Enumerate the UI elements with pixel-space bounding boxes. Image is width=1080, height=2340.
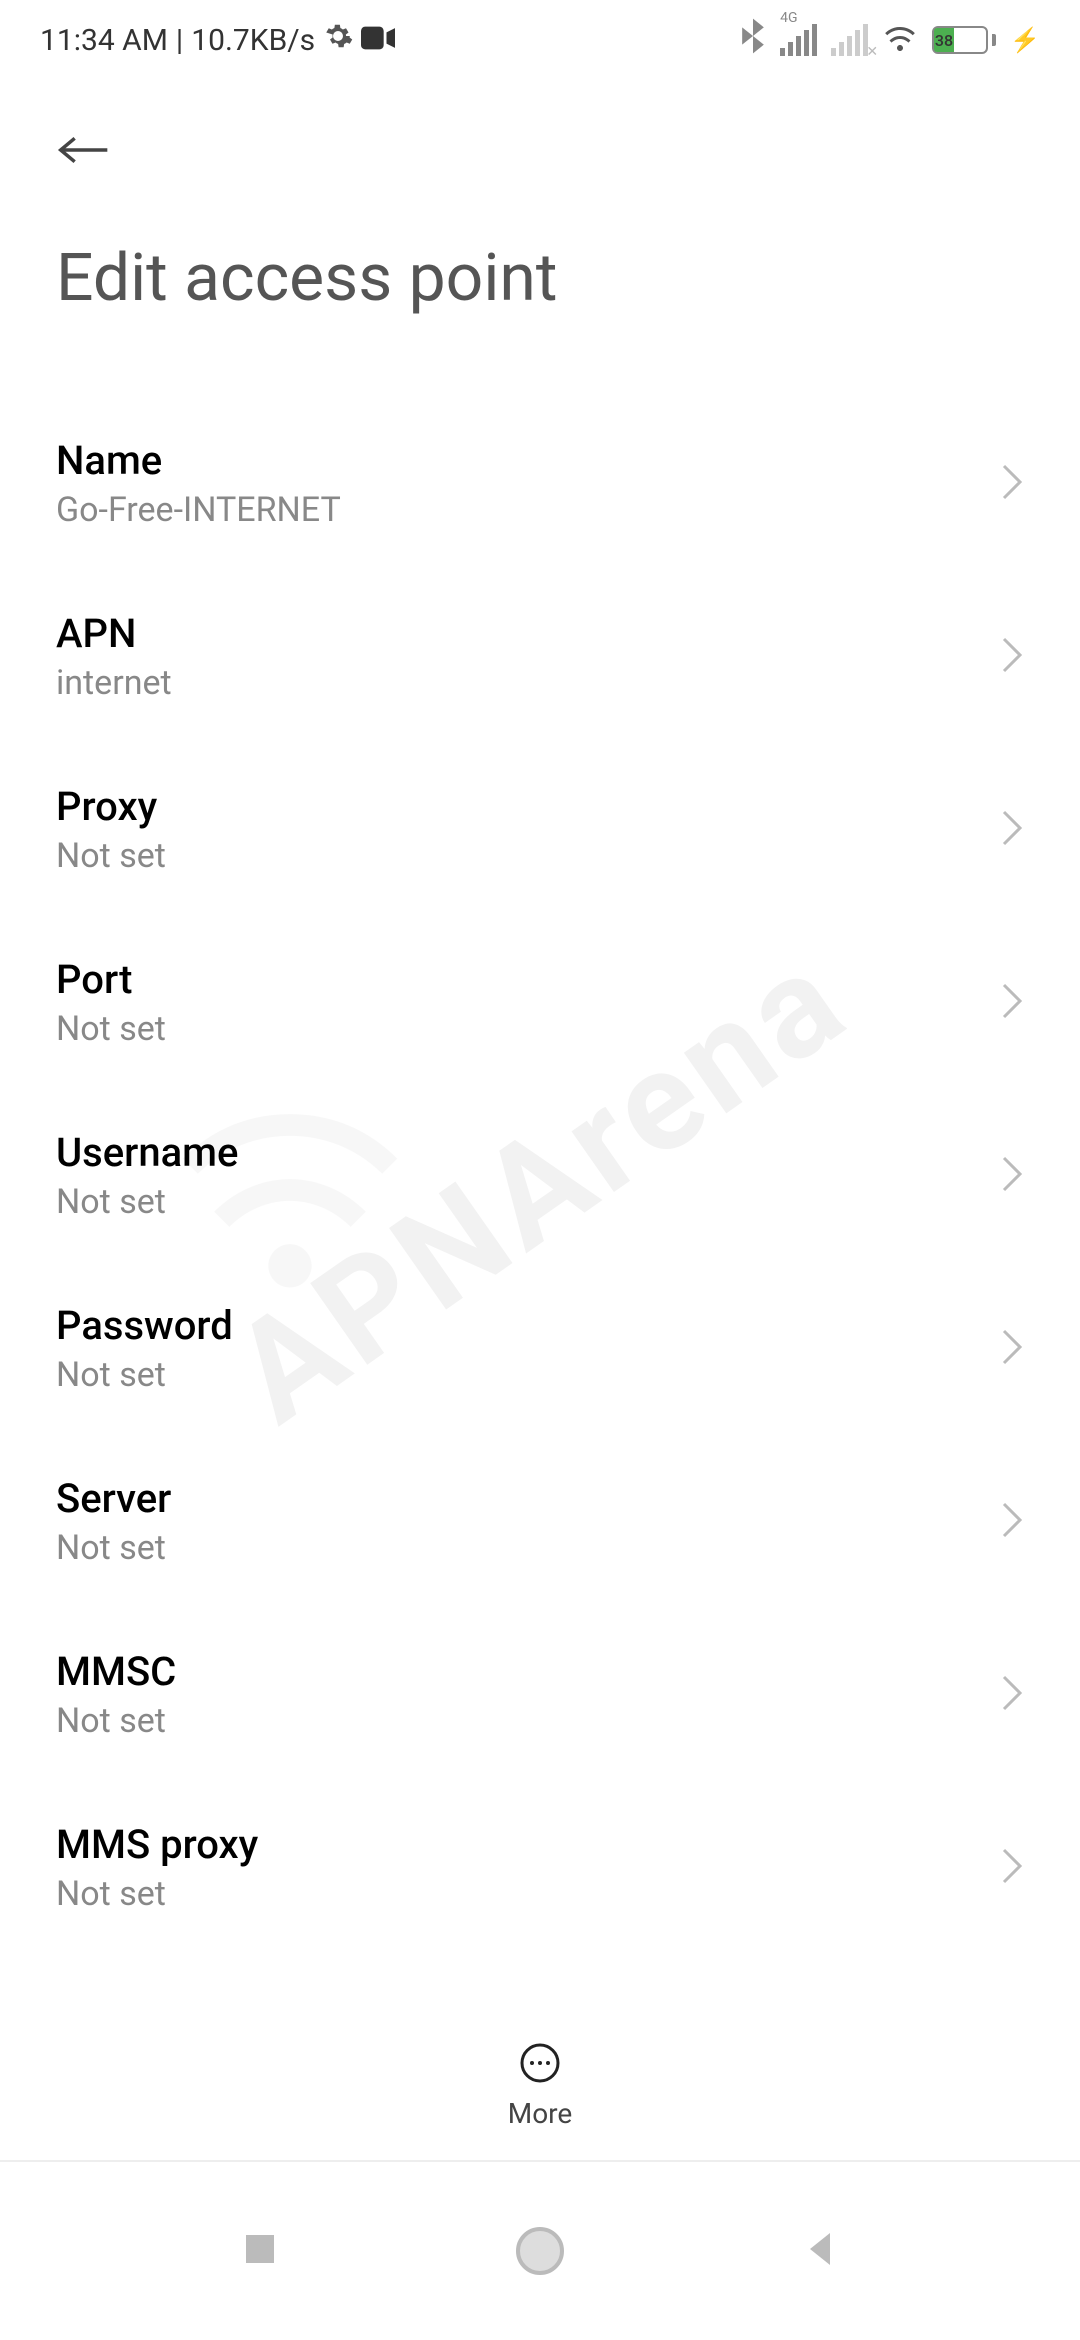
setting-label: APN (56, 610, 1000, 657)
setting-label: Password (56, 1302, 1000, 1349)
setting-value: internet (56, 663, 1000, 703)
bluetooth-icon (740, 18, 766, 62)
gear-icon (323, 21, 353, 59)
setting-label: MMS proxy (56, 1821, 1000, 1868)
setting-value: Not set (56, 836, 1000, 876)
status-separator: | (176, 23, 183, 58)
chevron-right-icon (1000, 1154, 1024, 1198)
nav-home-button[interactable] (516, 2227, 564, 2275)
setting-value: Not set (56, 1874, 1000, 1914)
setting-name[interactable]: Name Go-Free-INTERNET (56, 397, 1024, 570)
chevron-right-icon (1000, 635, 1024, 679)
setting-label: Server (56, 1475, 1000, 1522)
charging-icon: ⚡ (1010, 26, 1040, 54)
wifi-icon (882, 21, 918, 59)
setting-apn[interactable]: APN internet (56, 570, 1024, 743)
setting-port[interactable]: Port Not set (56, 916, 1024, 1089)
back-button[interactable] (56, 120, 116, 180)
battery-icon: 38 (932, 26, 996, 54)
setting-server[interactable]: Server Not set (56, 1435, 1024, 1608)
nav-recent-button[interactable] (236, 2225, 284, 2277)
settings-list: Name Go-Free-INTERNET APN internet Proxy… (0, 337, 1080, 1954)
chevron-right-icon (1000, 1846, 1024, 1890)
setting-proxy[interactable]: Proxy Not set (56, 743, 1024, 916)
signal-4g-icon: 4G (780, 24, 817, 56)
chevron-right-icon (1000, 808, 1024, 852)
setting-value: Go-Free-INTERNET (56, 490, 1000, 530)
setting-password[interactable]: Password Not set (56, 1262, 1024, 1435)
chevron-right-icon (1000, 1327, 1024, 1371)
setting-value: Not set (56, 1182, 1000, 1222)
page-title: Edit access point (56, 240, 1024, 317)
setting-label: Username (56, 1129, 1000, 1176)
setting-value: Not set (56, 1528, 1000, 1568)
setting-label: MMSC (56, 1648, 1000, 1695)
signal-nosim-icon: ✕ (831, 24, 868, 56)
chevron-right-icon (1000, 981, 1024, 1025)
setting-label: Port (56, 956, 1000, 1003)
more-icon (518, 2041, 562, 2089)
setting-mmsc[interactable]: MMSC Not set (56, 1608, 1024, 1781)
navigation-bar (0, 2160, 1080, 2340)
setting-mms-proxy[interactable]: MMS proxy Not set (56, 1781, 1024, 1954)
camera-icon (361, 23, 395, 58)
status-time: 11:34 AM (40, 23, 168, 58)
chevron-right-icon (1000, 462, 1024, 506)
chevron-right-icon (1000, 1500, 1024, 1544)
more-button[interactable]: More (0, 2017, 1080, 2130)
setting-label: Proxy (56, 783, 1000, 830)
status-data-rate: 10.7KB/s (191, 23, 315, 58)
nav-back-button[interactable] (796, 2225, 844, 2277)
status-bar: 11:34 AM | 10.7KB/s 4G (0, 0, 1080, 80)
more-label: More (508, 2097, 573, 2130)
setting-label: Name (56, 437, 1000, 484)
setting-value: Not set (56, 1701, 1000, 1741)
setting-value: Not set (56, 1355, 1000, 1395)
setting-value: Not set (56, 1009, 1000, 1049)
setting-username[interactable]: Username Not set (56, 1089, 1024, 1262)
chevron-right-icon (1000, 1673, 1024, 1717)
